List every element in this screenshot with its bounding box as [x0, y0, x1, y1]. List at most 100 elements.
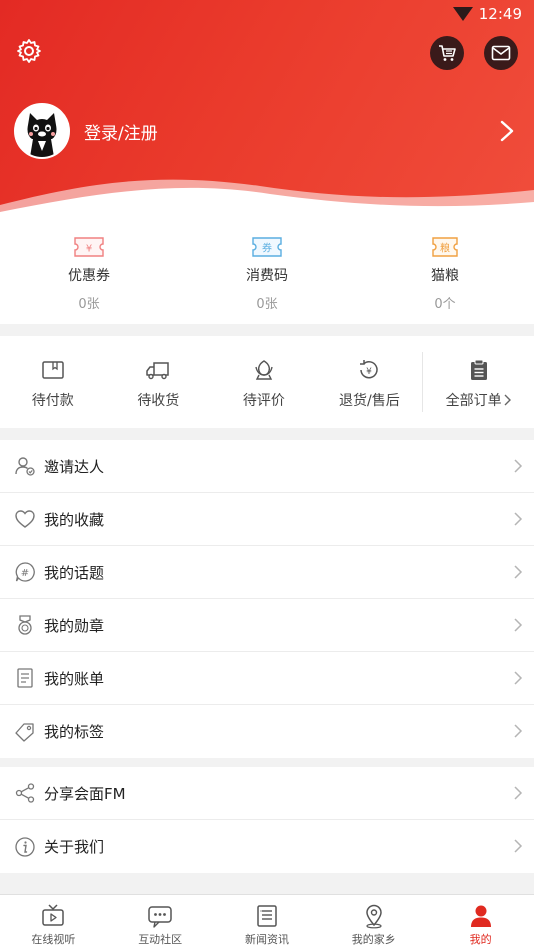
menu-item-about[interactable]: 关于我们: [0, 820, 534, 873]
catfood-count: 0个: [434, 297, 456, 312]
mail-button[interactable]: [484, 36, 518, 70]
menu-label: 我的勋章: [44, 616, 105, 635]
voucher-title: 消费码: [246, 268, 288, 284]
svg-text:#: #: [21, 568, 29, 579]
primary-menu: 邀请达人 我的收藏 # 我的话题 我的勋章 我的账单 我的标签: [0, 440, 534, 758]
nav-label: 我的家乡: [351, 933, 396, 946]
order-pending-payment[interactable]: 待付款: [0, 336, 106, 428]
menu-item-tags[interactable]: 我的标签: [0, 705, 534, 758]
menu-label: 我的收藏: [44, 510, 105, 529]
review-icon: [255, 360, 273, 380]
chevron-right-icon: [514, 565, 523, 579]
news-icon: [257, 905, 277, 927]
avatar[interactable]: [14, 103, 70, 159]
invite-icon: [15, 457, 35, 476]
mail-icon: [491, 45, 511, 61]
svg-text:¥: ¥: [86, 244, 92, 255]
menu-label: 邀请达人: [44, 457, 105, 476]
order-label: 全部订单: [446, 390, 512, 410]
order-refund[interactable]: ¥ 退货/售后: [317, 336, 423, 428]
svg-text:粮: 粮: [440, 242, 450, 255]
catfood-icon: 粮: [432, 237, 458, 257]
settings-button[interactable]: [14, 36, 44, 66]
order-label: 待评价: [242, 393, 285, 409]
status-time: 12:49: [478, 5, 522, 23]
coupon-count: 0张: [78, 297, 100, 312]
nav-label: 互动社区: [138, 933, 183, 946]
clipboard-icon: [470, 359, 487, 380]
all-orders-button[interactable]: 全部订单: [423, 336, 534, 428]
voucher-count: 0张: [256, 297, 278, 312]
info-icon: [15, 836, 35, 857]
nav-item-news[interactable]: 新闻资讯: [214, 895, 321, 949]
nav-item-online-media[interactable]: 在线视听: [0, 895, 107, 949]
truck-icon: [146, 362, 170, 380]
tag-icon: [15, 722, 34, 742]
cat-avatar-icon: [16, 105, 68, 157]
coupon-icon: ¥: [74, 237, 104, 257]
chat-icon: [148, 906, 172, 928]
cart-button[interactable]: [430, 36, 464, 70]
nav-label: 新闻资讯: [244, 933, 289, 946]
nav-item-hometown[interactable]: 我的家乡: [320, 895, 427, 949]
menu-item-medals[interactable]: 我的勋章: [0, 599, 534, 652]
order-label: 退货/售后: [339, 393, 400, 409]
menu-item-favorites[interactable]: 我的收藏: [0, 493, 534, 546]
orders-row: 待付款 待收货 待评价 ¥ 退货/售后 全部订单: [0, 336, 534, 428]
chevron-right-icon: [514, 618, 523, 632]
coupon-item[interactable]: ¥ 优惠券 0张: [0, 215, 178, 324]
header-wave: [0, 179, 534, 215]
svg-text:¥: ¥: [367, 367, 373, 377]
menu-label: 我的账单: [44, 669, 105, 688]
tv-icon: [42, 904, 65, 926]
status-bar: 12:49: [452, 4, 522, 24]
hashtag-icon: #: [15, 562, 35, 582]
menu-label: 关于我们: [44, 838, 105, 856]
wallet-icon: [42, 361, 64, 379]
menu-item-topics[interactable]: # 我的话题: [0, 546, 534, 599]
catfood-title: 猫粮: [431, 268, 459, 284]
chevron-right-icon: [514, 724, 523, 738]
chevron-right-icon: [504, 394, 511, 406]
medal-icon: [18, 615, 32, 635]
login-register-link[interactable]: 登录/注册: [84, 119, 158, 144]
menu-item-invite[interactable]: 邀请达人: [0, 440, 534, 493]
location-icon: [366, 904, 382, 929]
chevron-right-icon: [514, 839, 523, 853]
bottom-nav: 在线视听 互动社区 新闻资讯 我的家乡 我的: [0, 894, 534, 949]
nav-item-mine[interactable]: 我的: [427, 895, 534, 949]
nav-label: 在线视听: [31, 933, 76, 946]
menu-item-bills[interactable]: 我的账单: [0, 652, 534, 705]
coupon-title: 优惠券: [68, 268, 110, 284]
refund-icon: ¥: [360, 360, 379, 379]
profile-header: 12:49 登录/注册: [0, 0, 534, 215]
order-label: 待付款: [31, 393, 74, 409]
secondary-menu: 分享会面FM 关于我们: [0, 767, 534, 873]
nav-label: 我的: [469, 933, 492, 946]
cart-icon: [439, 45, 456, 61]
voucher-item[interactable]: 券 消费码 0张: [178, 215, 356, 324]
assets-row: ¥ 优惠券 0张 券 消费码 0张 粮 猫粮 0个: [0, 215, 534, 324]
voucher-icon: 券: [252, 237, 282, 257]
chevron-right-icon: [514, 459, 523, 473]
share-icon: [15, 783, 35, 803]
svg-text:券: 券: [262, 242, 272, 255]
order-label: 待收货: [137, 393, 180, 409]
user-icon: [470, 905, 491, 927]
chevron-right-icon: [514, 512, 523, 526]
menu-label: 分享会面FM: [44, 784, 126, 803]
heart-icon: [15, 510, 35, 528]
catfood-item[interactable]: 粮 猫粮 0个: [356, 215, 534, 324]
chevron-right-icon: [514, 671, 523, 685]
menu-label: 我的话题: [44, 563, 105, 582]
menu-item-share[interactable]: 分享会面FM: [0, 767, 534, 820]
nav-item-community[interactable]: 互动社区: [107, 895, 214, 949]
order-pending-delivery[interactable]: 待收货: [106, 336, 212, 428]
bill-icon: [17, 668, 33, 688]
menu-label: 我的标签: [44, 723, 105, 741]
all-orders-label: 全部订单: [445, 393, 502, 409]
chevron-right-icon: [514, 786, 523, 800]
chevron-right-icon[interactable]: [496, 118, 518, 144]
order-pending-review[interactable]: 待评价: [211, 336, 317, 428]
wifi-icon: [452, 7, 473, 21]
